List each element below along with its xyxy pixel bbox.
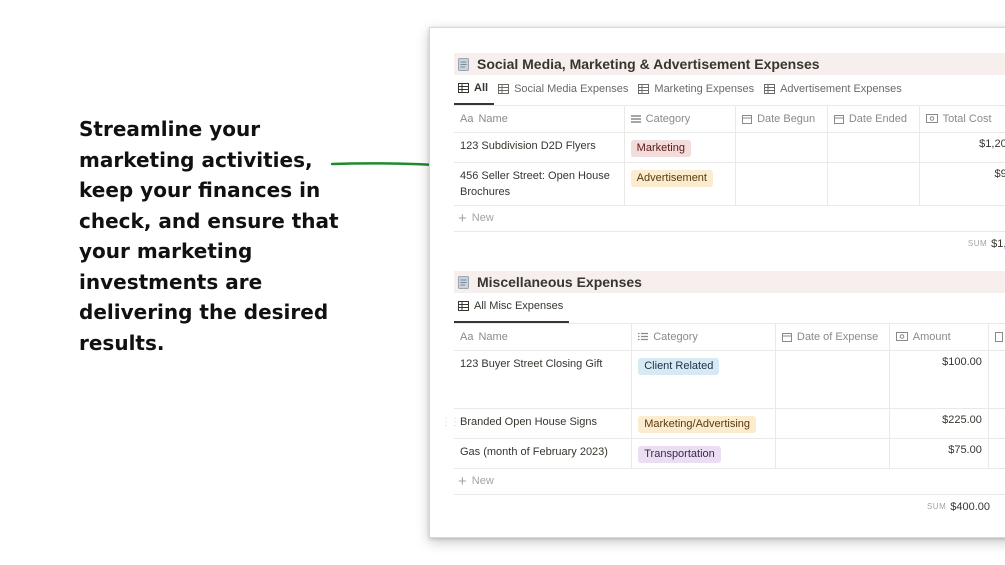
multiselect-property-icon xyxy=(638,333,649,341)
database-title-text: Social Media, Marketing & Advertisement … xyxy=(477,56,820,72)
column-header-total-cost[interactable]: Total Cost xyxy=(918,106,1005,133)
property-icon xyxy=(994,331,1003,342)
sum-amount[interactable]: SUM $400.00 xyxy=(454,495,990,519)
category-tag: Marketing/Advertising xyxy=(638,415,757,433)
row-category[interactable]: Marketing xyxy=(623,132,736,163)
database-title-text: Miscellaneous Expenses xyxy=(477,274,642,290)
row-overflow-cell[interactable] xyxy=(987,350,1005,409)
plus-icon: + xyxy=(458,472,467,490)
category-tag: Transportation xyxy=(638,445,721,463)
category-tag: Client Related xyxy=(638,357,720,375)
column-header-amount[interactable]: Amount xyxy=(888,324,989,351)
calendar-icon xyxy=(833,114,844,124)
row-date-begun[interactable] xyxy=(735,132,828,163)
table-header-row: Aa Name Category Date Begun Date Ended To… xyxy=(454,106,1005,133)
row-category[interactable]: Advertisement xyxy=(623,162,736,206)
table-row[interactable]: 123 Buyer Street Closing Gift Client Rel… xyxy=(454,350,1005,409)
row-overflow-cell[interactable] xyxy=(987,408,1005,439)
table-row[interactable]: 123 Subdivision D2D Flyers Marketing $1,… xyxy=(454,132,1005,163)
category-tag: Advertisement xyxy=(630,169,713,187)
page-icon xyxy=(458,275,469,289)
tab-social-media-expenses[interactable]: Social Media Expenses xyxy=(494,79,634,105)
money-icon xyxy=(925,114,938,124)
table-row[interactable]: Gas (month of February 2023) Transportat… xyxy=(454,438,1005,469)
misc-expenses-database: Miscellaneous Expenses All Misc Expenses… xyxy=(454,271,1005,519)
notion-window: Social Media, Marketing & Advertisement … xyxy=(429,27,1005,538)
row-total-cost[interactable]: $1,200.0 xyxy=(918,132,1005,163)
row-date-of-expense[interactable] xyxy=(774,438,890,469)
money-icon xyxy=(895,332,908,342)
column-header-overflow[interactable] xyxy=(987,324,1005,351)
select-property-icon xyxy=(630,115,641,123)
row-name[interactable]: 123 Subdivision D2D Flyers xyxy=(454,132,625,163)
row-amount[interactable]: $100.00 xyxy=(888,350,989,409)
row-category[interactable]: Client Related xyxy=(631,350,776,409)
category-tag: Marketing xyxy=(630,139,691,157)
new-row-button[interactable]: + New xyxy=(454,206,1005,232)
table-icon xyxy=(458,83,469,93)
row-category[interactable]: Transportation xyxy=(631,438,776,469)
calendar-icon xyxy=(781,332,792,342)
row-amount[interactable]: $75.00 xyxy=(888,438,989,469)
column-header-date-ended[interactable]: Date Ended xyxy=(826,106,920,133)
sum-total-cost[interactable]: SUM$1,297.0 xyxy=(454,232,1005,256)
expenses-table: Aa Name Category Date Begun Date Ended To… xyxy=(454,106,1005,206)
row-total-cost[interactable]: $97.0 xyxy=(918,162,1005,206)
table-icon xyxy=(498,84,510,94)
column-header-date-begun[interactable]: Date Begun xyxy=(735,106,828,133)
row-name[interactable]: 456 Seller Street: Open House Brochures xyxy=(454,162,625,206)
column-header-name[interactable]: Aa Name xyxy=(454,324,632,351)
calendar-icon xyxy=(742,114,753,124)
tab-all-misc-expenses[interactable]: All Misc Expenses xyxy=(454,297,570,323)
row-date-ended[interactable] xyxy=(826,132,920,163)
row-overflow-cell[interactable] xyxy=(987,438,1005,469)
table-row[interactable]: 456 Seller Street: Open House Brochures … xyxy=(454,162,1005,206)
view-tabs: All Misc Expenses xyxy=(454,297,1005,323)
row-date-ended[interactable] xyxy=(826,162,920,206)
column-header-name[interactable]: Aa Name xyxy=(454,106,625,133)
tab-advertisement-expenses[interactable]: Advertisement Expenses xyxy=(760,79,908,105)
row-name[interactable]: 123 Buyer Street Closing Gift xyxy=(454,350,632,409)
tab-all[interactable]: All xyxy=(454,79,495,105)
table-header-row: Aa Name Category Date of Expense Amount xyxy=(454,324,1005,351)
table-icon xyxy=(764,84,776,94)
column-header-category[interactable]: Category xyxy=(631,324,776,351)
row-category[interactable]: Marketing/Advertising xyxy=(631,408,776,439)
tab-marketing-expenses[interactable]: Marketing Expenses xyxy=(634,79,760,105)
misc-expenses-table: Aa Name Category Date of Expense Amount 1… xyxy=(454,324,1005,469)
table-row[interactable]: Branded Open House Signs Marketing/Adver… xyxy=(454,408,1005,439)
column-header-category[interactable]: Category xyxy=(623,106,736,133)
drag-handle-icon[interactable]: ⋮⋮ xyxy=(441,417,460,428)
table-icon xyxy=(458,301,469,311)
social-media-expenses-database: Social Media, Marketing & Advertisement … xyxy=(454,53,1005,256)
column-header-date-of-expense[interactable]: Date of Expense xyxy=(774,324,890,351)
table-icon xyxy=(638,84,650,94)
new-row-button[interactable]: + New xyxy=(454,469,1005,495)
database-title[interactable]: Miscellaneous Expenses xyxy=(454,271,1005,293)
row-name[interactable]: Branded Open House Signs xyxy=(454,408,632,439)
page-icon xyxy=(458,57,469,71)
view-tabs: All Social Media Expenses Marketing Expe… xyxy=(454,79,1005,105)
text-property-icon: Aa xyxy=(460,112,474,125)
row-amount[interactable]: $225.00 xyxy=(888,408,989,439)
promo-text: Streamline your marketing activities, ke… xyxy=(79,117,339,355)
text-property-icon: Aa xyxy=(460,330,474,343)
plus-icon: + xyxy=(458,209,467,227)
row-name[interactable]: Gas (month of February 2023) xyxy=(454,438,632,469)
database-title[interactable]: Social Media, Marketing & Advertisement … xyxy=(454,53,1005,75)
row-date-of-expense[interactable] xyxy=(774,350,890,409)
row-date-begun[interactable] xyxy=(735,162,828,206)
row-date-of-expense[interactable] xyxy=(774,408,890,439)
